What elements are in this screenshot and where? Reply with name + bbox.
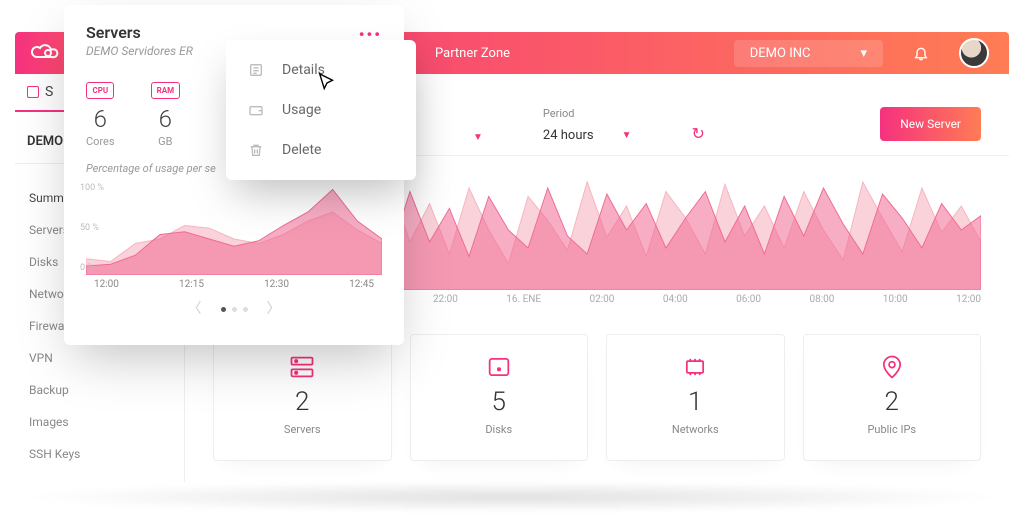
chevron-down-icon: ▼ xyxy=(473,132,483,143)
panel-pager: 〈 〉 xyxy=(86,298,382,318)
spec-value: 6 xyxy=(151,105,181,133)
filter-invisible-caret[interactable]: ▼ xyxy=(473,132,483,155)
spec-unit: GB xyxy=(151,135,181,148)
pager-next-icon[interactable]: 〉 xyxy=(267,298,281,318)
period-value: 24 hours xyxy=(543,128,594,143)
card-count: 2 xyxy=(885,387,899,417)
spec-cpu: CPU 6 Cores xyxy=(86,78,115,148)
ctx-item-details[interactable]: Details xyxy=(226,50,416,90)
org-name: DEMO INC xyxy=(750,46,811,61)
card-label: Servers xyxy=(284,423,321,436)
ram-chip-icon: RAM xyxy=(151,82,181,99)
pager-prev-icon[interactable]: 〈 xyxy=(188,298,202,318)
list-icon xyxy=(248,62,266,78)
context-menu: Details Usage Delete xyxy=(226,40,416,180)
network-icon xyxy=(681,353,709,381)
ylabel: 100 % xyxy=(80,183,104,193)
cloud-logo-icon xyxy=(28,43,62,63)
card-label: Networks xyxy=(672,423,719,436)
ctx-label: Usage xyxy=(282,102,321,118)
notifications-bell-icon[interactable] xyxy=(913,45,929,61)
cpu-chip-icon: CPU xyxy=(86,82,114,99)
refresh-icon[interactable]: ↻ xyxy=(692,124,705,155)
card-networks[interactable]: 1 Networks xyxy=(606,334,785,461)
ylabel: 50 % xyxy=(80,223,99,233)
sidebar-item-images[interactable]: Images xyxy=(15,406,184,438)
square-icon xyxy=(27,86,39,98)
card-label: Disks xyxy=(485,423,512,436)
disk-icon xyxy=(485,353,513,381)
card-count: 5 xyxy=(492,387,506,417)
sidebar-item-backup[interactable]: Backup xyxy=(15,374,184,406)
period-label: Period xyxy=(543,107,632,120)
card-count: 2 xyxy=(295,387,309,417)
card-count: 1 xyxy=(688,387,702,417)
spec-value: 6 xyxy=(86,105,115,133)
card-disks[interactable]: 5 Disks xyxy=(410,334,589,461)
spec-unit: Cores xyxy=(86,135,115,148)
sidebar-item-vpn[interactable]: VPN xyxy=(15,342,184,374)
mini-area-svg xyxy=(86,185,382,275)
ctx-label: Delete xyxy=(282,142,321,158)
card-servers[interactable]: 2 Servers xyxy=(213,334,392,461)
org-selector[interactable]: DEMO INC ▾ xyxy=(734,40,883,67)
panel-mini-chart: 100 % 50 % 0 % 12:0012:1512:3012:45 xyxy=(86,185,382,290)
server-icon xyxy=(288,353,316,381)
period-filter[interactable]: Period 24 hours ▼ xyxy=(543,107,632,155)
chevron-down-icon: ▾ xyxy=(860,46,867,61)
ctx-item-delete[interactable]: Delete xyxy=(226,130,416,170)
ctx-item-usage[interactable]: Usage xyxy=(226,90,416,130)
chevron-down-icon: ▼ xyxy=(622,130,632,141)
partner-zone-link[interactable]: Partner Zone xyxy=(435,46,510,61)
wallet-icon xyxy=(248,102,266,118)
decorative-shadow xyxy=(15,482,1009,512)
ctx-label: Details xyxy=(282,62,325,78)
card-public-ips[interactable]: 2 Public IPs xyxy=(803,334,982,461)
pin-icon xyxy=(878,353,906,381)
avatar[interactable] xyxy=(959,38,989,68)
trash-icon xyxy=(248,142,266,158)
sidebar-tab-label: S xyxy=(45,84,53,100)
card-label: Public IPs xyxy=(867,423,916,436)
mini-xaxis: 12:0012:1512:3012:45 xyxy=(86,275,382,290)
spec-ram: RAM 6 GB xyxy=(151,78,181,148)
pager-dots xyxy=(218,300,251,316)
ylabel: 0 % xyxy=(80,263,94,273)
sidebar-item-sshkeys[interactable]: SSH Keys xyxy=(15,438,184,470)
new-server-button[interactable]: New Server xyxy=(880,107,981,141)
